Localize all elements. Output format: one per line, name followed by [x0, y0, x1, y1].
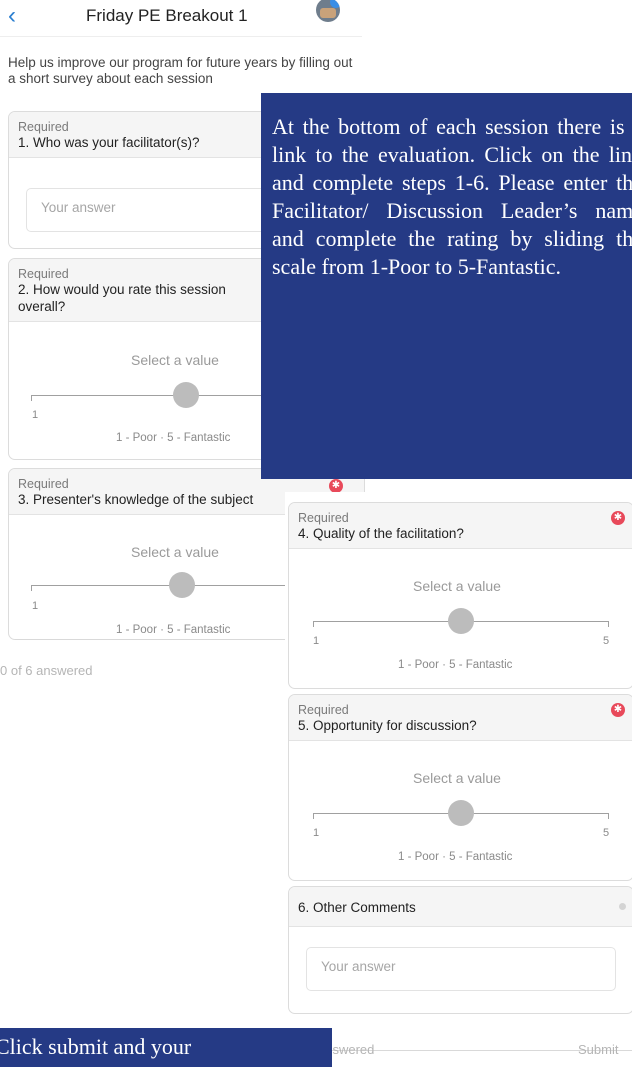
- slider-min-label: 1: [313, 827, 320, 839]
- question-card-6: 6. Other Comments Your answer: [288, 886, 632, 1014]
- required-label: Required: [298, 703, 349, 717]
- slider-min-label: 1: [313, 635, 320, 647]
- instruction-callout: At the bottom of each session there is a…: [261, 93, 632, 479]
- scale-legend: 1 - Poor · 5 - Fantastic: [398, 659, 513, 671]
- select-value-label: Select a value: [131, 544, 219, 560]
- required-indicator-icon: ✱: [611, 511, 625, 525]
- question-header: 6. Other Comments: [289, 887, 632, 927]
- slider-knob[interactable]: [448, 608, 474, 634]
- slider-min-label: 1: [32, 409, 39, 421]
- question-card-5: Required 5. Opportunity for discussion? …: [288, 694, 632, 881]
- scale-legend: 1 - Poor · 5 - Fantastic: [116, 624, 231, 636]
- avatar-icon[interactable]: [316, 0, 340, 22]
- survey-intro: Help us improve our program for future y…: [8, 55, 353, 86]
- slider-tick: [608, 621, 609, 627]
- question-header: Required 4. Quality of the facilitation?: [289, 503, 632, 549]
- select-value-label: Select a value: [413, 578, 501, 594]
- slider-tick: [608, 813, 609, 819]
- instruction-text: At the bottom of each session there is a…: [272, 114, 632, 279]
- slider-knob[interactable]: [448, 800, 474, 826]
- select-value-label: Select a value: [131, 352, 219, 368]
- chevron-left-icon[interactable]: ‹: [8, 2, 16, 30]
- optional-indicator-icon: [619, 903, 626, 910]
- right-survey-screen: Required 4. Quality of the facilitation?…: [285, 492, 632, 1062]
- slider-min-label: 1: [32, 600, 39, 612]
- required-label: Required: [298, 511, 349, 525]
- slider-tick: [313, 813, 314, 819]
- slider-knob[interactable]: [169, 572, 195, 598]
- question-text: 4. Quality of the facilitation?: [298, 526, 464, 541]
- required-indicator-icon: ✱: [329, 479, 343, 493]
- slider-tick: [31, 585, 32, 591]
- submit-button[interactable]: Submit: [578, 1042, 618, 1057]
- answered-count: 0 of 6 answered: [0, 663, 93, 678]
- question-text: 5. Opportunity for discussion?: [298, 718, 477, 733]
- slider-tick: [31, 395, 32, 401]
- question-text: 6. Other Comments: [298, 900, 416, 915]
- question-header: Required 5. Opportunity for discussion?: [289, 695, 632, 741]
- slider-max-label: 5: [603, 635, 610, 647]
- comments-answer-input[interactable]: Your answer: [306, 947, 616, 991]
- select-value-label: Select a value: [413, 770, 501, 786]
- page-title: Friday PE Breakout 1: [86, 6, 248, 25]
- scale-legend: 1 - Poor · 5 - Fantastic: [116, 432, 231, 444]
- required-label: Required: [18, 477, 69, 491]
- submit-instruction-callout: Click submit and your: [0, 1028, 332, 1067]
- nav-bar: ‹ Friday PE Breakout 1: [0, 0, 362, 37]
- scale-legend: 1 - Poor · 5 - Fantastic: [398, 851, 513, 863]
- question-text: 2. How would you rate this session overa…: [18, 282, 226, 314]
- slider-max-label: 5: [603, 827, 610, 839]
- slider-knob[interactable]: [173, 382, 199, 408]
- submit-instruction-text: Click submit and your: [0, 1034, 192, 1059]
- required-indicator-icon: ✱: [611, 703, 625, 717]
- slider-tick: [313, 621, 314, 627]
- question-card-4: Required 4. Quality of the facilitation?…: [288, 502, 632, 689]
